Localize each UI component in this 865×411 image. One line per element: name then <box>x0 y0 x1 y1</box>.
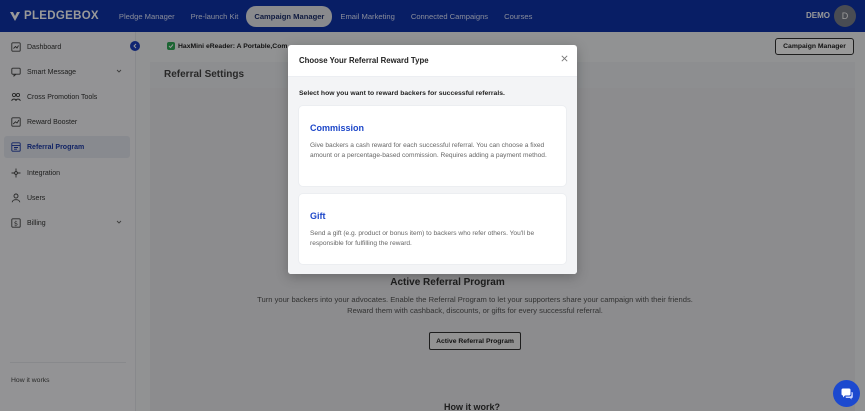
option-commission[interactable]: Commission Give backers a cash reward fo… <box>299 106 566 186</box>
reward-type-modal: Choose Your Referral Reward Type Select … <box>288 45 577 274</box>
option-title: Commission <box>310 123 365 133</box>
modal-header: Choose Your Referral Reward Type <box>288 45 577 77</box>
chat-widget-button[interactable] <box>833 380 860 407</box>
modal-subtitle: Select how you want to reward backers fo… <box>299 90 505 97</box>
option-description: Give backers a cash reward for each succ… <box>310 142 547 159</box>
option-gift[interactable]: Gift Send a gift (e.g. product or bonus … <box>299 194 566 264</box>
close-icon[interactable] <box>560 54 568 62</box>
option-title: Gift <box>310 211 326 221</box>
modal-title: Choose Your Referral Reward Type <box>299 56 429 65</box>
chat-icon <box>841 388 853 399</box>
option-description: Send a gift (e.g. product or bonus item)… <box>310 230 535 247</box>
